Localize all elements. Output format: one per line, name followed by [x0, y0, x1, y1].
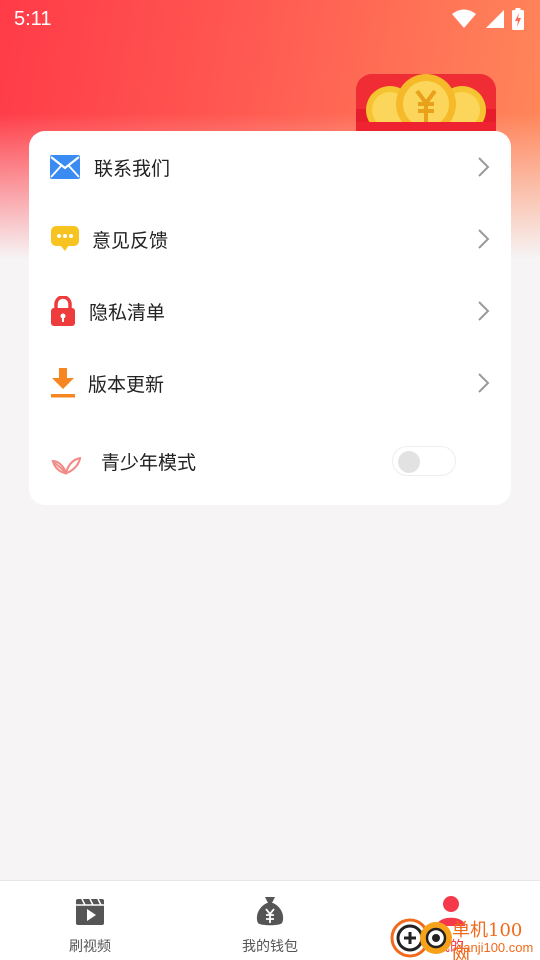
chevron-right-icon [478, 301, 490, 321]
toggle-knob [398, 451, 420, 473]
menu-item-label: 青少年模式 [101, 451, 197, 474]
menu-item-feedback[interactable]: 意见反馈 [29, 203, 511, 275]
tab-label: 我的钱包 [242, 939, 298, 955]
menu-item-label: 版本更新 [88, 373, 165, 396]
tab-wallet[interactable]: 我的钱包 [180, 881, 360, 960]
menu-item-youth-mode: 青少年模式 [29, 425, 511, 497]
menu-item-contact-us[interactable]: 联系我们 [29, 131, 511, 203]
lock-icon [48, 296, 78, 326]
youth-mode-toggle[interactable] [392, 446, 456, 476]
video-clapper-icon [76, 898, 104, 925]
menu-item-label: 隐私清单 [89, 301, 166, 324]
wifi-icon [452, 9, 476, 28]
download-icon [48, 368, 78, 398]
tab-videos[interactable]: 刷视频 [0, 881, 180, 960]
watermark-url: danji100.com [456, 940, 534, 955]
menu-item-label: 联系我们 [94, 157, 171, 180]
battery-charging-icon [512, 8, 524, 30]
tab-label: 刷视频 [69, 939, 111, 955]
settings-card: 联系我们 意见反馈 隐私清单 版本更新 青少年模式 [29, 131, 511, 505]
danji100-logo-icon [390, 918, 452, 958]
site-watermark: 单机100网 danji100.com [388, 910, 540, 960]
chevron-right-icon [478, 229, 490, 249]
signal-icon [486, 10, 504, 28]
menu-item-privacy-list[interactable]: 隐私清单 [29, 275, 511, 347]
chat-bubble-icon [50, 224, 80, 254]
menu-item-version-update[interactable]: 版本更新 [29, 347, 511, 419]
mail-icon [50, 152, 80, 182]
menu-item-label: 意见反馈 [92, 229, 169, 252]
money-bag-icon [256, 897, 284, 926]
sprout-icon [51, 446, 81, 476]
chevron-right-icon [478, 373, 490, 393]
status-bar: 5:11 [0, 0, 540, 38]
status-time: 5:11 [14, 7, 52, 30]
chevron-right-icon [478, 157, 490, 177]
